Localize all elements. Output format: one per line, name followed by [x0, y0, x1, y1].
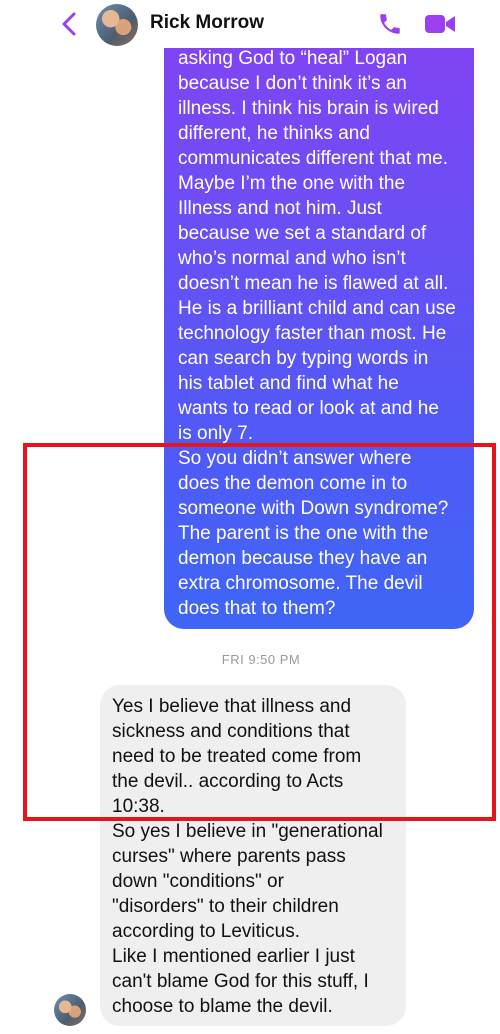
phone-icon — [380, 14, 400, 34]
chevron-left-icon — [62, 12, 76, 36]
contact-avatar[interactable] — [96, 4, 138, 46]
video-camera-icon — [425, 15, 455, 33]
video-call-button[interactable] — [424, 12, 456, 36]
sender-avatar[interactable] — [54, 994, 86, 1026]
sent-message-bubble[interactable]: asking God to “heal” Logan because I don… — [164, 0, 474, 629]
chat-header: Rick Morrow — [0, 0, 500, 48]
received-message-bubble[interactable]: Yes I believe that illness and sickness … — [100, 685, 406, 1026]
message-timestamp: FRI 9:50 PM — [221, 652, 301, 667]
back-button[interactable] — [58, 10, 80, 38]
contact-name[interactable]: Rick Morrow — [150, 12, 264, 34]
call-button[interactable] — [376, 11, 404, 37]
